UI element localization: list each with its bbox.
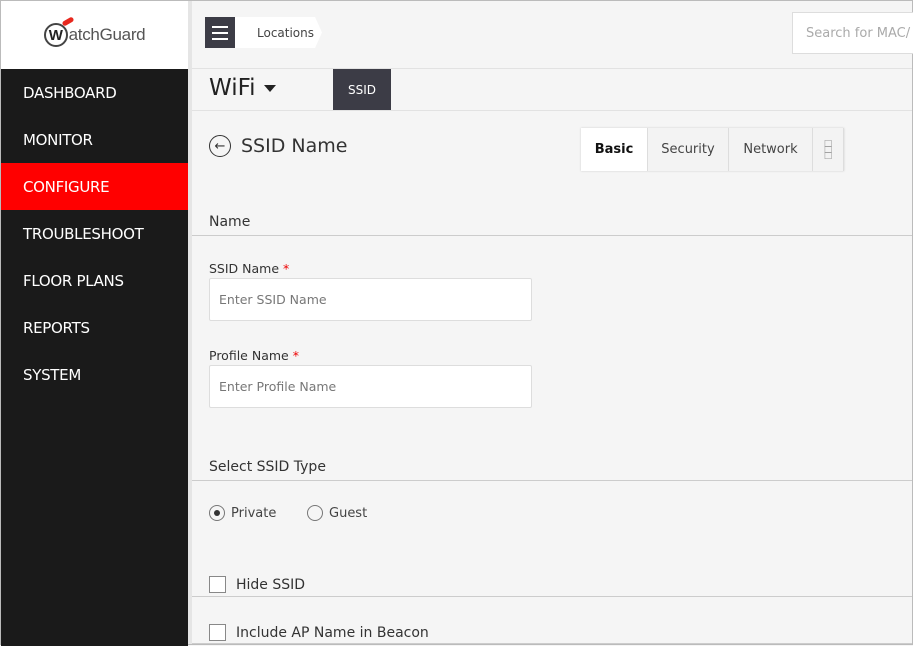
search-input[interactable]: Search for MAC/ IP: [792, 12, 913, 54]
ssid-type-heading: Select SSID Type: [209, 459, 326, 475]
tab-network[interactable]: Network: [729, 128, 813, 171]
hide-ssid-checkbox[interactable]: Hide SSID: [209, 576, 305, 593]
radio-guest[interactable]: Guest: [307, 505, 367, 521]
tab-security[interactable]: Security: [648, 128, 729, 171]
more-options-icon[interactable]: □ □ □: [813, 128, 844, 171]
sidebar-item-system[interactable]: SYSTEM: [1, 351, 188, 398]
page-title: ← SSID Name: [209, 135, 347, 157]
section-name-heading: Name: [209, 214, 251, 230]
sidebar-item-dashboard[interactable]: DASHBOARD: [1, 69, 188, 116]
profile-name-label: Profile Name *: [209, 348, 299, 363]
divider: [192, 480, 912, 481]
sidebar-item-floor-plans[interactable]: FLOOR PLANS: [1, 257, 188, 304]
tab-basic[interactable]: Basic: [581, 128, 648, 171]
include-ap-name-checkbox[interactable]: Include AP Name in Beacon: [209, 624, 429, 641]
checkbox-icon: [209, 624, 226, 641]
ssid-name-label: SSID Name *: [209, 261, 290, 276]
divider: [192, 643, 912, 644]
ssid-name-input[interactable]: Enter SSID Name: [209, 278, 532, 321]
hamburger-menu-icon[interactable]: [205, 17, 235, 48]
sidebar: WatchGuard DASHBOARD MONITOR CONFIGURE T…: [1, 1, 188, 646]
checkbox-icon: [209, 576, 226, 593]
main-content: Locations Search for MAC/ IP WiFi SSID ←…: [188, 1, 913, 644]
divider: [192, 110, 912, 111]
sidebar-item-reports[interactable]: REPORTS: [1, 304, 188, 351]
radio-private[interactable]: Private: [209, 505, 276, 521]
sidebar-nav: DASHBOARD MONITOR CONFIGURE TROUBLESHOOT…: [1, 69, 188, 398]
caret-down-icon: [263, 84, 276, 92]
divider: [192, 596, 912, 597]
watchguard-logo[interactable]: WatchGuard: [1, 1, 188, 69]
divider: [192, 235, 912, 236]
tab-bar: Basic Security Network □ □ □: [581, 128, 844, 171]
sidebar-item-configure[interactable]: CONFIGURE: [1, 163, 188, 210]
tab-ssid[interactable]: SSID: [333, 69, 391, 110]
breadcrumb-locations[interactable]: Locations: [235, 17, 322, 48]
radio-unchecked-icon: [307, 505, 323, 521]
back-arrow-icon[interactable]: ←: [209, 135, 231, 157]
profile-name-input[interactable]: Enter Profile Name: [209, 365, 532, 408]
radio-checked-icon: [209, 505, 225, 521]
sidebar-item-troubleshoot[interactable]: TROUBLESHOOT: [1, 210, 188, 257]
sidebar-item-monitor[interactable]: MONITOR: [1, 116, 188, 163]
product-dropdown[interactable]: WiFi: [209, 75, 276, 101]
divider: [192, 68, 912, 69]
